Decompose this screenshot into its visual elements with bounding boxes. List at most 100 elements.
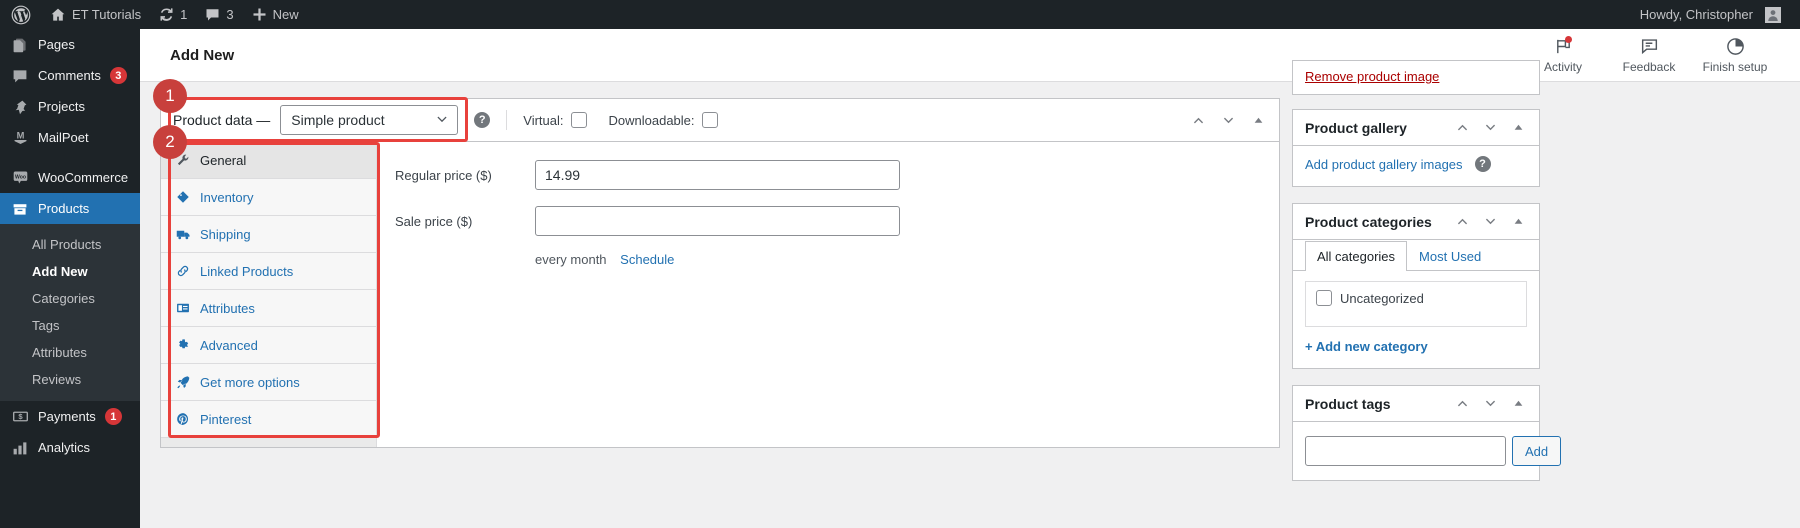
help-icon[interactable]: ? [1474,156,1491,172]
svg-text:$: $ [18,412,23,421]
tab-pinterest[interactable]: Pinterest [161,401,376,438]
move-down-icon[interactable] [1477,391,1503,417]
sidebar-item-mailpoet[interactable]: M MailPoet [0,122,140,153]
product-data-header: Product data — Simple product ? Virtual:… [161,99,1279,142]
side-column: Remove product image Product gallery Add… [1292,60,1562,497]
product-data-label: Product data — [173,112,271,128]
toggle-panel-icon[interactable] [1505,209,1531,235]
plus-icon [252,7,267,22]
tag-input-row: Add [1305,436,1562,466]
tab-most-used[interactable]: Most Used [1407,241,1493,271]
svg-text:M: M [16,130,24,140]
admin-bar-comments-count: 3 [226,7,234,22]
sidebar-item-comments[interactable]: Comments 3 [0,60,140,91]
category-tabs: All categories Most Used [1293,240,1539,271]
wordpress-icon [11,5,31,25]
tab-general[interactable]: General [161,142,376,179]
downloadable-checkbox[interactable] [701,112,718,128]
admin-bar-updates[interactable]: 1 [150,0,196,29]
move-up-icon[interactable] [1449,391,1475,417]
regular-price-input[interactable] [535,160,900,190]
pages-icon [11,37,29,53]
sidebar-item-label: Pages [38,37,75,52]
admin-bar-wordpress-logo[interactable] [0,0,41,29]
product-tag-input[interactable] [1305,436,1506,466]
tab-label: Linked Products [200,263,294,279]
toggle-panel-icon[interactable] [1245,107,1271,133]
regular-price-label: Regular price ($) [395,167,492,183]
sale-price-input[interactable] [535,206,900,236]
sidebar-item-tags[interactable]: Tags [0,312,140,339]
tab-label: Advanced [200,337,258,353]
feedback-button[interactable]: Feedback [1606,29,1692,82]
speech-bubble-icon [1640,37,1659,57]
tab-linked-products[interactable]: Linked Products [161,253,376,290]
virtual-label-text: Virtual: [523,112,564,128]
product-gallery-title: Product gallery [1305,119,1407,136]
tab-attributes[interactable]: Attributes [161,290,376,327]
truck-icon [175,227,191,242]
sidebar-item-woocommerce[interactable]: Woo WooCommerce [0,162,140,193]
sidebar-item-categories[interactable]: Categories [0,285,140,312]
featured-image-body: Remove product image [1293,61,1539,94]
category-item-uncategorized[interactable]: Uncategorized [1316,290,1516,306]
tab-all-categories[interactable]: All categories [1305,241,1408,271]
admin-bar-howdy-label: Howdy, Christopher [1639,7,1753,22]
tab-get-more-options[interactable]: Get more options [161,364,376,401]
annotation-badge-2: 2 [153,125,187,159]
remove-product-image-link[interactable]: Remove product image [1305,69,1439,84]
admin-bar-my-account[interactable]: Howdy, Christopher [1631,0,1790,29]
admin-bar-comments[interactable]: 3 [196,0,242,29]
sidebar-item-products[interactable]: Products [0,193,140,224]
sidebar-item-pages[interactable]: Pages [0,29,140,60]
category-checkbox[interactable] [1316,290,1332,306]
sidebar-item-reviews[interactable]: Reviews [0,366,140,393]
product-categories-panel: Product categories All categories Most U… [1292,203,1540,369]
product-type-select-wrapper: Simple product [280,105,459,135]
sidebar-item-add-new[interactable]: Add New [0,258,140,285]
admin-sidebar-menu: Pages Comments 3 Projects M MailPoet Woo [0,29,140,528]
attributes-icon [175,301,191,315]
finish-setup-button[interactable]: Finish setup [1692,29,1778,82]
sidebar-item-analytics[interactable]: Analytics [0,432,140,463]
schedule-link[interactable]: Schedule [620,252,674,267]
tab-label: Inventory [200,189,254,205]
product-categories-controls [1449,209,1531,235]
add-product-gallery-images-link[interactable]: Add product gallery images [1305,157,1463,172]
move-up-icon[interactable] [1449,115,1475,141]
sidebar-item-payments[interactable]: $ Payments 1 [0,401,140,432]
annotation-badge-1: 1 [153,79,187,113]
virtual-checkbox[interactable] [570,112,587,128]
woocommerce-icon: Woo [11,169,29,186]
product-data-panel: Product data — Simple product ? Virtual:… [160,98,1280,448]
move-down-icon[interactable] [1477,115,1503,141]
sidebar-item-projects[interactable]: Projects [0,91,140,122]
move-down-icon[interactable] [1477,209,1503,235]
move-up-icon[interactable] [1449,209,1475,235]
virtual-checkbox-label[interactable]: Virtual: [523,112,587,128]
add-new-category-link[interactable]: + Add new category [1305,339,1527,354]
move-up-icon[interactable] [1185,107,1211,133]
product-type-select[interactable]: Simple product [280,105,459,135]
pin-icon [11,99,29,115]
products-icon [11,201,29,217]
sidebar-item-all-products[interactable]: All Products [0,231,140,258]
toggle-panel-icon[interactable] [1505,391,1531,417]
admin-bar-new-content[interactable]: New [243,0,308,29]
sidebar-item-attributes[interactable]: Attributes [0,339,140,366]
add-tag-button[interactable]: Add [1512,436,1562,466]
admin-bar-left: ET Tutorials 1 3 New [0,0,308,29]
move-down-icon[interactable] [1215,107,1241,133]
annotation-number: 1 [165,86,175,105]
help-icon[interactable]: ? [474,112,491,128]
featured-image-panel: Remove product image [1292,60,1540,95]
admin-bar-site-name[interactable]: ET Tutorials [41,0,150,29]
tab-inventory[interactable]: Inventory [161,179,376,216]
pinterest-icon [175,412,191,426]
tab-shipping[interactable]: Shipping [161,216,376,253]
downloadable-checkbox-label[interactable]: Downloadable: [609,112,718,128]
product-gallery-controls [1449,115,1531,141]
toggle-panel-icon[interactable] [1505,115,1531,141]
tab-advanced[interactable]: Advanced [161,327,376,364]
gear-icon [175,338,191,352]
